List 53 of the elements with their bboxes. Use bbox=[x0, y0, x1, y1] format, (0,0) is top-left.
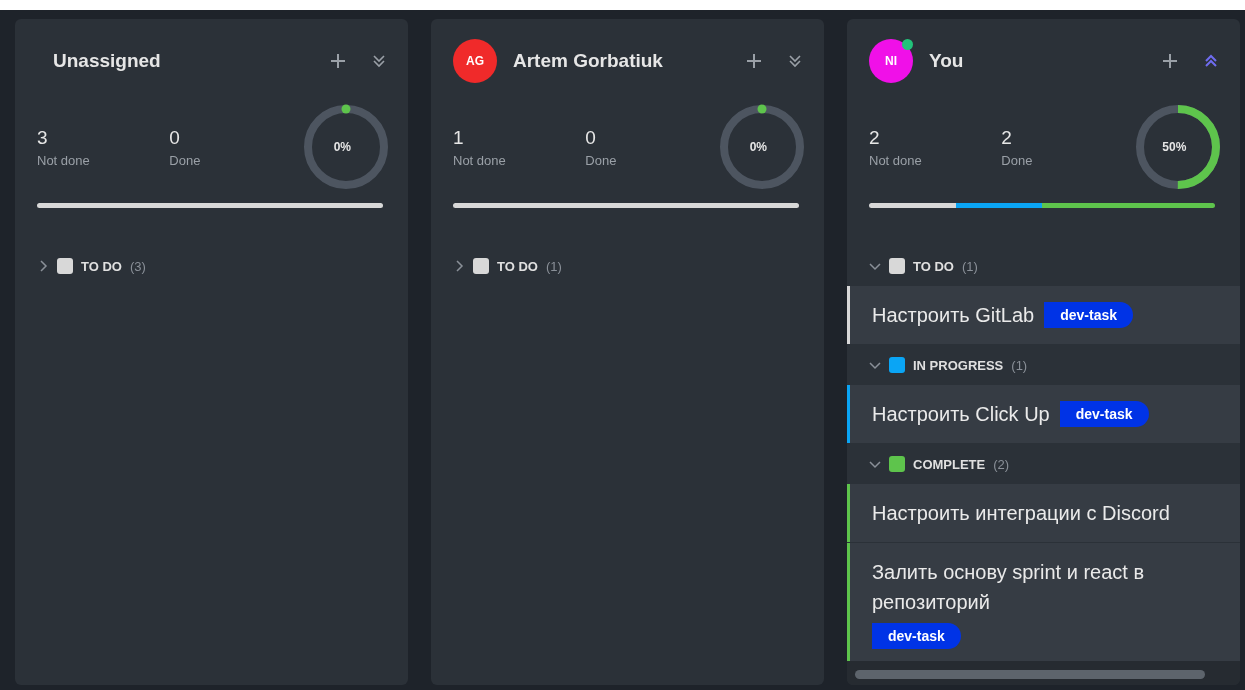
task-count: (1) bbox=[545, 258, 562, 274]
done-label: Done bbox=[1001, 152, 1034, 168]
not-done-count: 2 bbox=[869, 126, 881, 149]
not-done-count: 3 bbox=[37, 126, 49, 149]
task-title: Настроить GitLab bbox=[872, 303, 1035, 328]
percent-label: 0% bbox=[749, 140, 767, 154]
not-done-count: 1 bbox=[453, 126, 465, 149]
not-done-label: Not done bbox=[37, 152, 91, 168]
task-count: (2) bbox=[993, 456, 1010, 472]
done-count: 0 bbox=[585, 126, 597, 149]
horizontal-scrollbar[interactable] bbox=[855, 670, 1205, 679]
done-label: Done bbox=[169, 152, 202, 168]
status-group-title[interactable]: TO DO bbox=[913, 258, 954, 274]
status-group-title[interactable]: COMPLETE bbox=[913, 456, 986, 472]
plus-icon[interactable] bbox=[1162, 53, 1178, 69]
plus-icon[interactable] bbox=[746, 53, 762, 69]
double-chevron-up-icon[interactable] bbox=[1204, 54, 1218, 68]
task-tag: dev-task bbox=[872, 623, 961, 649]
chevron-down-icon[interactable] bbox=[869, 458, 881, 470]
status-group-title[interactable]: IN PROGRESS bbox=[913, 357, 1004, 373]
chevron-down-icon[interactable] bbox=[869, 260, 881, 272]
done-count: 2 bbox=[1001, 126, 1013, 149]
double-chevron-down-icon[interactable] bbox=[788, 54, 802, 68]
done-label: Done bbox=[585, 152, 618, 168]
task-count: (3) bbox=[129, 258, 146, 274]
done-count: 0 bbox=[169, 126, 181, 149]
percent-label: 50% bbox=[1162, 140, 1187, 154]
chevron-right-icon[interactable] bbox=[453, 260, 465, 272]
task-count: (1) bbox=[961, 258, 978, 274]
avatar: NI bbox=[869, 39, 913, 83]
chevron-right-icon[interactable] bbox=[37, 260, 49, 272]
status-group-title[interactable]: TO DO bbox=[497, 258, 538, 274]
task-title: Настроить Click Up bbox=[872, 402, 1050, 427]
status-group-title[interactable]: TO DO bbox=[81, 258, 122, 274]
task-count: (1) bbox=[1011, 357, 1028, 373]
column-title: You bbox=[929, 50, 965, 72]
not-done-label: Not done bbox=[453, 152, 507, 168]
column-title: Artem Gorbatiuk bbox=[513, 50, 664, 72]
task-tag: dev-task bbox=[1044, 302, 1134, 328]
task-title: Залить основу sprint и react в репозиторий bbox=[872, 560, 1146, 615]
chevron-down-icon[interactable] bbox=[869, 359, 881, 371]
plus-icon[interactable] bbox=[330, 53, 346, 69]
task-card[interactable]: Настроить Click Up dev-task bbox=[847, 385, 1240, 443]
task-tag: dev-task bbox=[1059, 401, 1149, 427]
avatar: AG bbox=[453, 39, 497, 83]
column-title: Unassigned bbox=[52, 50, 162, 72]
percent-label: 0% bbox=[333, 140, 351, 154]
task-card[interactable]: Настроить GitLab dev-task bbox=[847, 286, 1240, 344]
task-card[interactable]: Залить основу sprint и react в репозиторий dev-task bbox=[847, 543, 1240, 663]
double-chevron-down-icon[interactable] bbox=[372, 54, 386, 68]
task-card[interactable]: Настроить интеграции с Discord bbox=[847, 484, 1240, 542]
not-done-label: Not done bbox=[869, 152, 923, 168]
task-title: Настроить интеграции с Discord bbox=[872, 501, 1170, 526]
